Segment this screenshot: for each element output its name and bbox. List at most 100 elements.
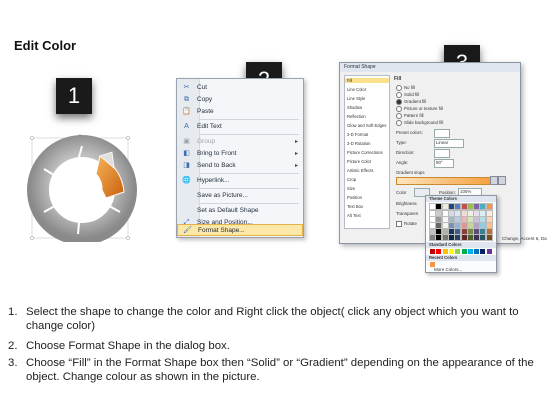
theme-color-swatch[interactable] xyxy=(441,216,449,223)
theme-color-swatch[interactable] xyxy=(460,203,468,210)
menu-item-hyperlink[interactable]: 🌐 Hyperlink... xyxy=(177,175,303,187)
category-line-color[interactable]: Line Color xyxy=(347,87,366,92)
theme-color-swatch[interactable] xyxy=(479,216,487,223)
theme-color-swatch[interactable] xyxy=(441,210,449,217)
standard-color-swatch[interactable] xyxy=(486,249,492,254)
theme-color-swatch[interactable] xyxy=(454,210,462,217)
theme-color-swatch[interactable] xyxy=(485,203,493,210)
theme-color-swatch[interactable] xyxy=(460,210,468,217)
radio-no-fill[interactable]: No fill xyxy=(396,85,415,91)
menu-item-send-to-back[interactable]: ◨ Send to Back ▸ xyxy=(177,160,303,172)
more-colors-link[interactable]: More Colors... xyxy=(434,267,462,272)
theme-color-swatch[interactable] xyxy=(485,222,493,229)
preset-colors-picker[interactable] xyxy=(434,129,450,138)
standard-color-swatch[interactable] xyxy=(474,249,480,254)
category-reflection[interactable]: Reflection xyxy=(347,114,366,119)
menu-item-set-default-shape[interactable]: Set as Default Shape xyxy=(177,205,303,217)
menu-item-copy[interactable]: ⧉ Copy xyxy=(177,94,303,106)
theme-color-swatch[interactable] xyxy=(454,216,462,223)
theme-color-swatch[interactable] xyxy=(479,222,487,229)
radio-solid-fill[interactable]: Solid fill xyxy=(396,92,419,98)
category-picture-corrections[interactable]: Picture Corrections xyxy=(347,150,383,155)
theme-color-swatch[interactable] xyxy=(441,228,449,235)
theme-color-swatch[interactable] xyxy=(466,234,474,241)
theme-color-swatch[interactable] xyxy=(435,210,443,217)
standard-color-swatch[interactable] xyxy=(467,249,473,254)
standard-color-swatch[interactable] xyxy=(442,249,448,254)
category-glow[interactable]: Glow and Soft Edges xyxy=(347,123,386,128)
theme-color-swatch[interactable] xyxy=(435,216,443,223)
category-shadow[interactable]: Shadow xyxy=(347,105,362,110)
theme-color-swatch[interactable] xyxy=(460,216,468,223)
category-size[interactable]: Size xyxy=(347,186,355,191)
category-position[interactable]: Position xyxy=(347,195,362,200)
theme-color-swatch[interactable] xyxy=(473,222,481,229)
angle-input[interactable]: 90° xyxy=(434,159,454,168)
theme-color-swatch[interactable] xyxy=(441,234,449,241)
circular-arrows-shape[interactable] xyxy=(18,132,138,245)
standard-color-swatch[interactable] xyxy=(448,249,454,254)
type-select[interactable]: Linear xyxy=(434,139,464,148)
category-artistic-effects[interactable]: Artistic Effects xyxy=(347,168,373,173)
standard-color-swatch[interactable] xyxy=(430,249,435,254)
theme-color-swatch[interactable] xyxy=(454,203,462,210)
menu-item-bring-to-front[interactable]: ◧ Bring to Front ▸ xyxy=(177,148,303,160)
theme-color-swatch[interactable] xyxy=(479,203,487,210)
theme-color-swatch[interactable] xyxy=(454,228,462,235)
direction-picker[interactable] xyxy=(434,149,450,158)
category-fill[interactable]: Fill xyxy=(345,78,389,83)
theme-color-swatch[interactable] xyxy=(479,228,487,235)
theme-color-swatch[interactable] xyxy=(466,216,474,223)
theme-color-swatch[interactable] xyxy=(429,210,436,217)
theme-color-swatch[interactable] xyxy=(460,228,468,235)
theme-color-swatch[interactable] xyxy=(466,228,474,235)
theme-color-swatch[interactable] xyxy=(460,222,468,229)
radio-slide-background-fill[interactable]: Slide background fill xyxy=(396,120,443,126)
theme-color-swatch[interactable] xyxy=(447,234,455,241)
theme-color-swatch[interactable] xyxy=(447,216,455,223)
category-crop[interactable]: Crop xyxy=(347,177,356,182)
theme-color-swatch[interactable] xyxy=(447,203,455,210)
theme-color-swatch[interactable] xyxy=(466,222,474,229)
theme-color-swatch[interactable] xyxy=(435,222,443,229)
category-picture-color[interactable]: Picture Color xyxy=(347,159,371,164)
theme-color-swatch[interactable] xyxy=(429,234,436,241)
menu-item-save-as-picture[interactable]: Save as Picture... xyxy=(177,190,303,202)
rotate-checkbox[interactable]: Rotate xyxy=(396,221,417,227)
standard-color-swatch[interactable] xyxy=(461,249,467,254)
theme-color-swatch[interactable] xyxy=(447,210,455,217)
theme-color-swatch[interactable] xyxy=(466,210,474,217)
theme-color-swatch[interactable] xyxy=(466,203,474,210)
theme-color-swatch[interactable] xyxy=(447,222,455,229)
category-alt-text[interactable]: Alt Text xyxy=(347,213,361,218)
radio-pattern-fill[interactable]: Pattern fill xyxy=(396,113,424,119)
theme-color-swatch[interactable] xyxy=(429,228,436,235)
theme-color-swatch[interactable] xyxy=(479,234,487,241)
theme-color-swatch[interactable] xyxy=(454,234,462,241)
menu-item-edit-text[interactable]: A Edit Text xyxy=(177,121,303,133)
add-stop-button[interactable] xyxy=(490,176,498,185)
theme-color-swatch[interactable] xyxy=(441,222,449,229)
theme-color-swatch[interactable] xyxy=(435,228,443,235)
menu-item-format-shape[interactable]: 🖌 Format Shape... xyxy=(177,224,303,236)
menu-item-group[interactable]: ▣ Group ▸ xyxy=(177,136,303,148)
radio-gradient-fill[interactable]: Gradient fill xyxy=(396,99,426,105)
theme-color-swatch[interactable] xyxy=(473,234,481,241)
theme-color-swatch[interactable] xyxy=(435,203,443,210)
theme-color-swatch[interactable] xyxy=(479,210,487,217)
theme-color-swatch[interactable] xyxy=(454,222,462,229)
theme-color-swatch[interactable] xyxy=(473,210,481,217)
theme-color-swatch[interactable] xyxy=(429,203,436,210)
category-3d-format[interactable]: 3-D Format xyxy=(347,132,368,137)
theme-color-swatch[interactable] xyxy=(473,216,481,223)
theme-color-swatch[interactable] xyxy=(485,228,493,235)
theme-color-swatch[interactable] xyxy=(441,203,449,210)
category-text-box[interactable]: Text Box xyxy=(347,204,363,209)
theme-color-swatch[interactable] xyxy=(485,210,493,217)
category-line-style[interactable]: Line Style xyxy=(347,96,365,101)
theme-color-swatch[interactable] xyxy=(473,203,481,210)
menu-item-cut[interactable]: ✂ Cut xyxy=(177,82,303,94)
theme-color-swatch[interactable] xyxy=(485,234,493,241)
theme-color-swatch[interactable] xyxy=(485,216,493,223)
remove-stop-button[interactable] xyxy=(498,176,506,185)
